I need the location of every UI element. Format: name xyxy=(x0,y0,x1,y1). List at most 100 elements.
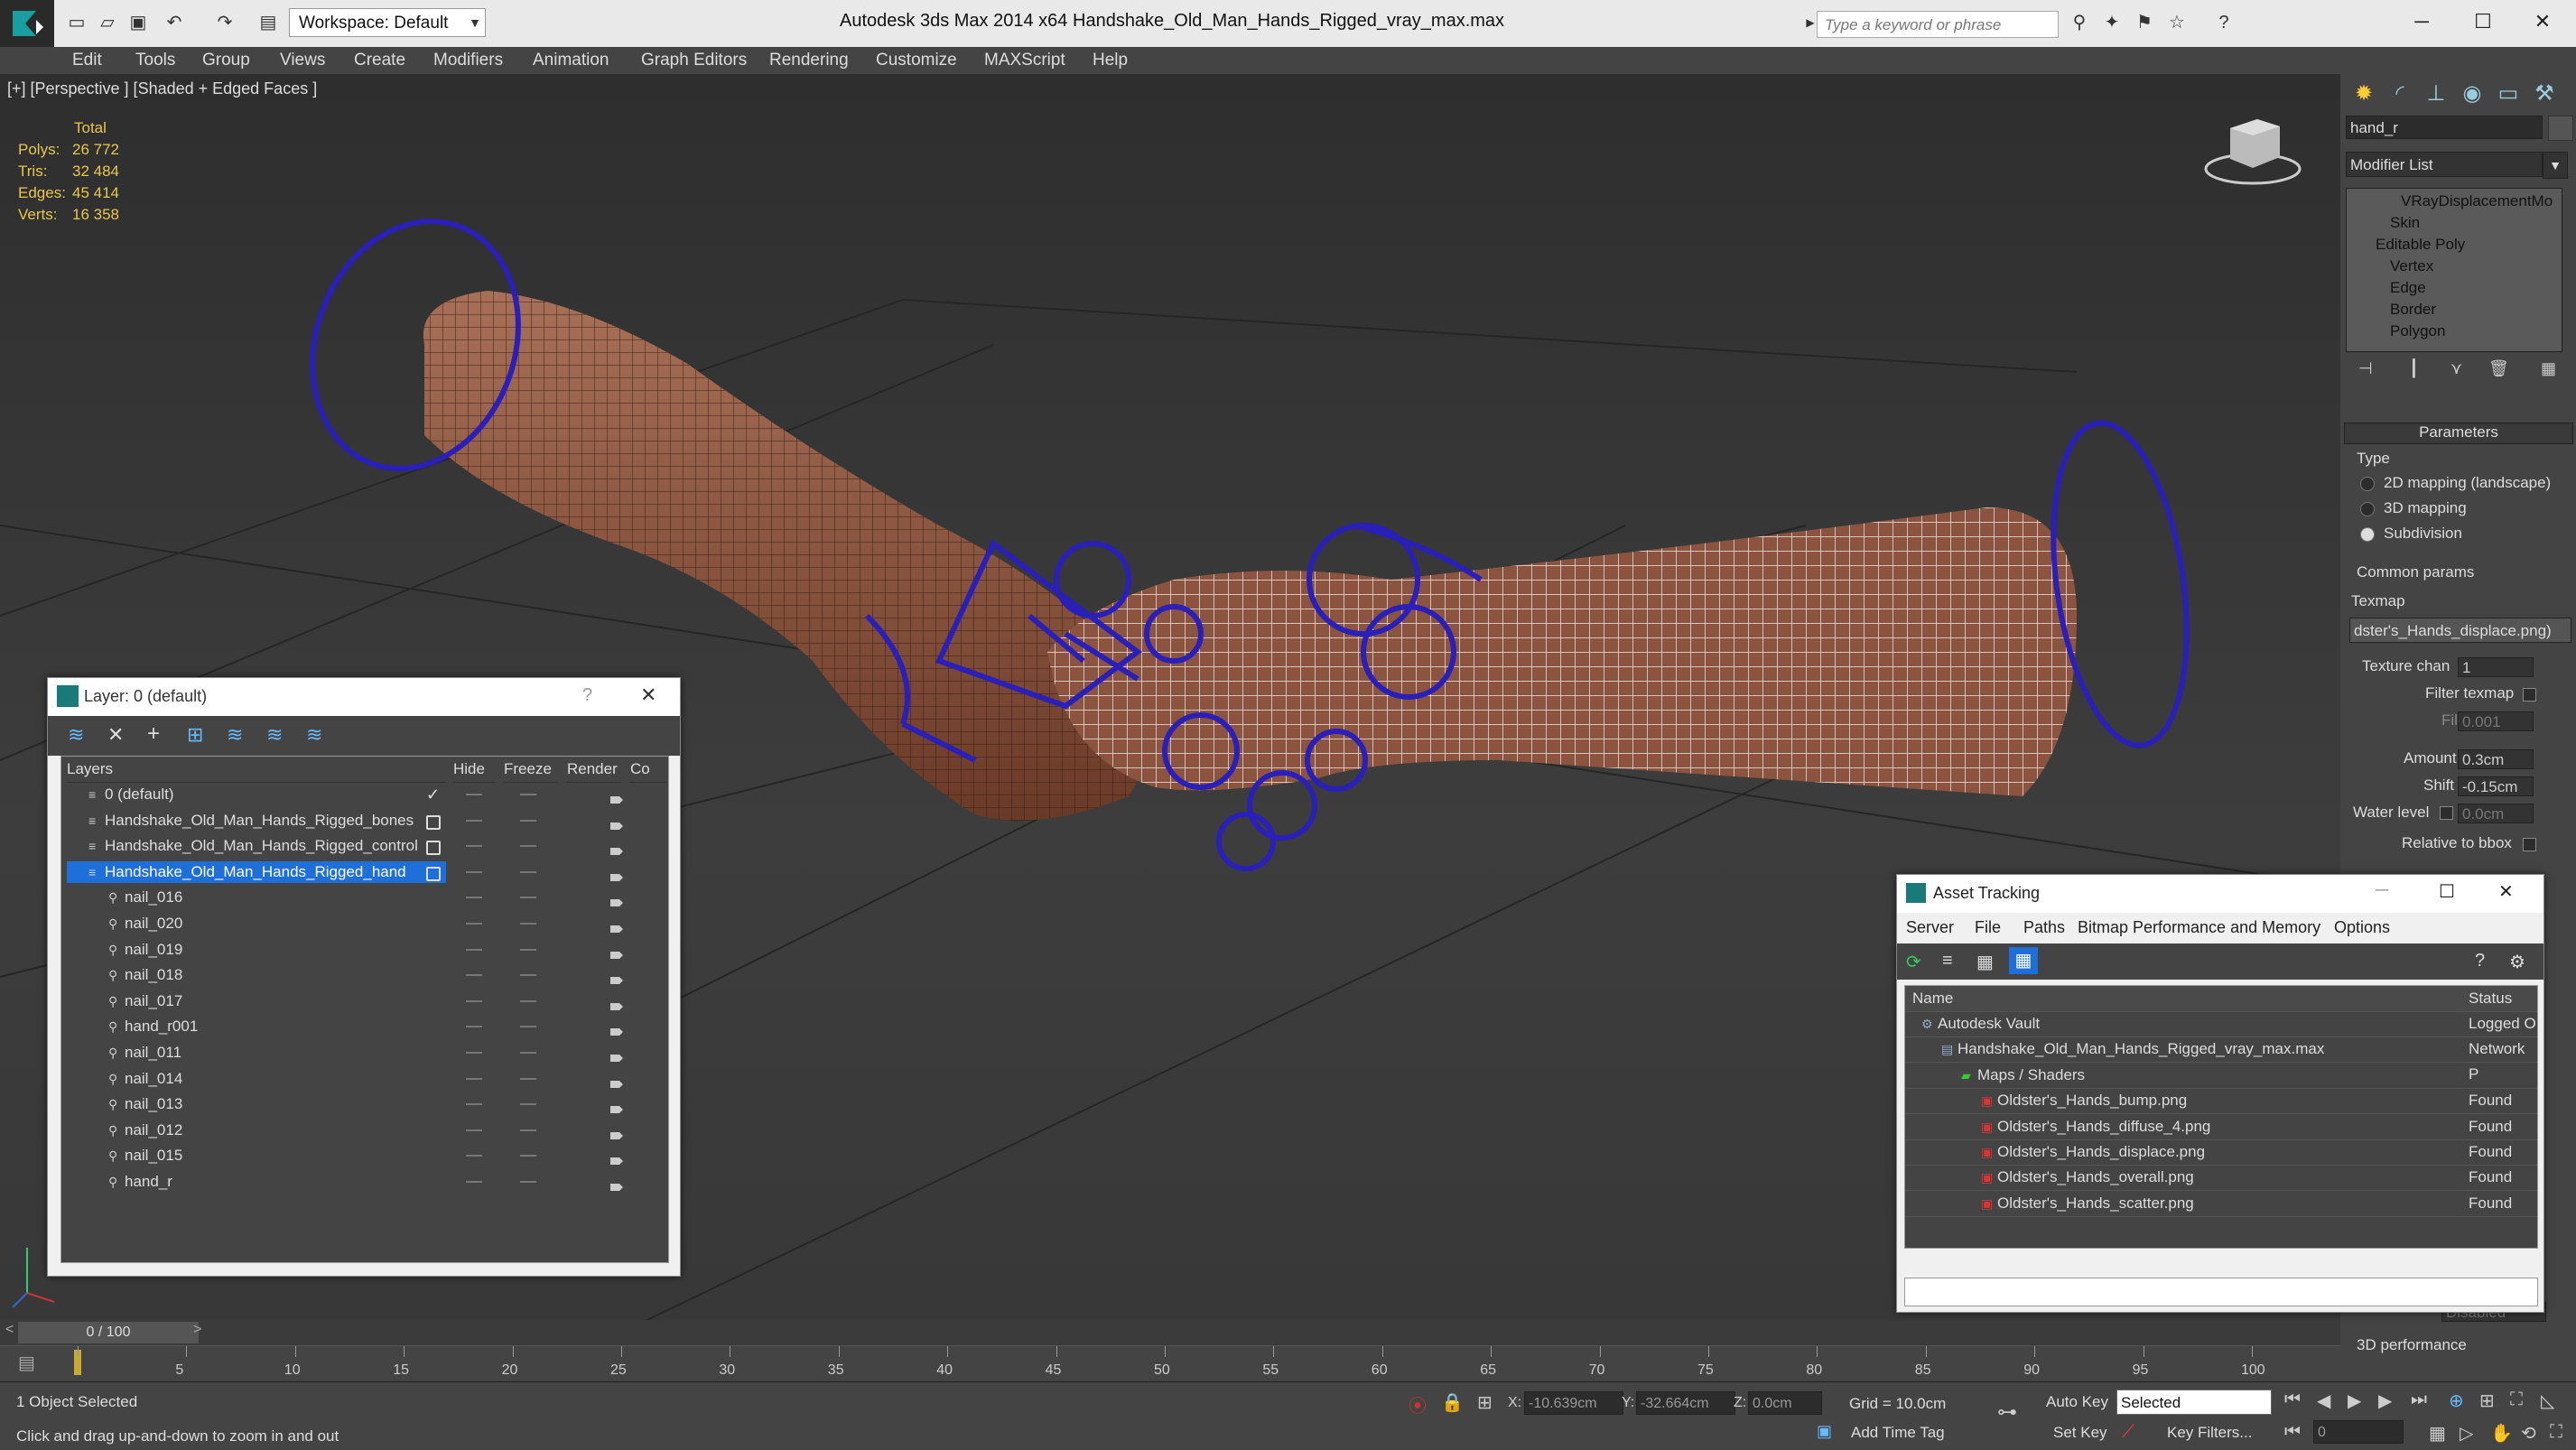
motion-tab-icon[interactable]: ◉ xyxy=(2456,78,2488,110)
hide-toggle[interactable] xyxy=(466,794,482,795)
menu-create[interactable]: Create xyxy=(354,51,405,70)
freeze-toggle[interactable] xyxy=(520,948,536,951)
next-frame-icon[interactable]: ▶ xyxy=(2378,1390,2392,1412)
hide-toggle[interactable] xyxy=(466,923,482,925)
layer-row[interactable]: ⚲ nail_019 xyxy=(61,937,668,962)
layer-row[interactable]: ≡ Handshake_Old_Man_Hands_Rigged_hand xyxy=(61,860,668,885)
hide-toggle[interactable] xyxy=(466,1026,482,1028)
menu-animation[interactable]: Animation xyxy=(533,51,609,70)
asset-menu-paths[interactable]: Paths xyxy=(2023,918,2065,937)
menu-customize[interactable]: Customize xyxy=(876,51,957,70)
layer-row[interactable]: ≡ Handshake_Old_Man_Hands_Rigged_bones xyxy=(61,808,668,833)
relative-bbox-checkbox[interactable] xyxy=(2523,838,2536,851)
hide-toggle[interactable] xyxy=(466,948,482,951)
go-to-start-icon[interactable]: ⏮ xyxy=(2284,1390,2301,1410)
hide-toggle[interactable] xyxy=(466,1155,482,1157)
next-frame-icon[interactable]: > xyxy=(193,1322,201,1338)
asset-menu-options[interactable]: Options xyxy=(2334,918,2390,937)
freeze-toggle[interactable] xyxy=(520,794,536,795)
column-header-color[interactable]: Co xyxy=(630,757,666,783)
track-bar[interactable]: ▤ 5 10 15 20 25 30 35 40 45 50 55 60 65 70 75 80 85 90 95 1… xyxy=(0,1345,2340,1382)
table-view-icon[interactable]: ▦ xyxy=(2009,947,2038,974)
undo-icon[interactable]: ↶ xyxy=(163,11,186,34)
freeze-toggle[interactable] xyxy=(520,999,536,1002)
subscription-icon[interactable]: ✦ xyxy=(2100,11,2124,34)
stack-item-skin[interactable]: Skin xyxy=(2390,212,2420,234)
add-time-tag[interactable]: Add Time Tag xyxy=(1851,1424,1945,1442)
teapot-render-icon[interactable] xyxy=(609,788,625,804)
freeze-toggle[interactable] xyxy=(520,1155,536,1157)
teapot-render-icon[interactable] xyxy=(609,1046,625,1062)
menu-help[interactable]: Help xyxy=(1093,51,1128,70)
menu-graph-editors[interactable]: Graph Editors xyxy=(641,51,747,70)
stack-item-polygon[interactable]: Polygon xyxy=(2390,321,2445,342)
binoculars-icon[interactable]: ⚲ xyxy=(2068,11,2091,34)
pin-stack-icon[interactable]: ⊣ xyxy=(2358,359,2373,378)
layer-window-titlebar[interactable]: Layer: 0 (default) ? ✕ xyxy=(48,678,680,716)
hide-toggle[interactable] xyxy=(466,1181,482,1183)
freeze-toggle[interactable] xyxy=(520,1129,536,1131)
chevron-down-icon[interactable]: ▼ xyxy=(464,8,486,37)
utilities-tab-icon[interactable]: ⚒ xyxy=(2528,78,2561,110)
key-mode-dropdown[interactable]: Selected xyxy=(2116,1390,2272,1415)
project-folder-icon[interactable]: ▤ xyxy=(256,11,280,34)
layer-row[interactable]: ⚲ nail_012 xyxy=(61,1118,668,1143)
freeze-toggle[interactable] xyxy=(520,923,536,925)
texture-chan-field[interactable]: 1 xyxy=(2458,657,2534,677)
maximize-button[interactable]: ☐ xyxy=(2439,880,2455,903)
teapot-render-icon[interactable] xyxy=(609,969,625,985)
workspace-dropdown[interactable]: Workspace: Default xyxy=(289,8,486,37)
close-button[interactable]: ✕ xyxy=(2516,4,2570,40)
time-tag-icon[interactable]: ▣ xyxy=(1817,1422,1832,1441)
asset-row[interactable]: ▣ Oldster's_Hands_scatter.png Found xyxy=(1905,1191,2537,1217)
teapot-render-icon[interactable] xyxy=(609,1176,625,1191)
column-header-name[interactable]: Name xyxy=(1912,986,1953,1011)
teapot-render-icon[interactable] xyxy=(609,1149,625,1166)
favorites-star-icon[interactable]: ☆ xyxy=(2165,11,2189,34)
radio-2d-mapping[interactable] xyxy=(2360,477,2375,491)
asset-row[interactable]: ▣ Oldster's_Hands_overall.png Found xyxy=(1905,1165,2537,1192)
key-filters-button[interactable]: Key Filters... xyxy=(2167,1424,2252,1442)
freeze-toggle[interactable] xyxy=(520,897,536,899)
layer-row[interactable]: ⚲ hand_r xyxy=(61,1169,668,1194)
current-frame-field[interactable]: 0 xyxy=(2313,1420,2404,1444)
communication-icon[interactable]: ⚑ xyxy=(2133,11,2156,34)
hide-toggle[interactable] xyxy=(466,1077,482,1080)
key-mode-toggle-icon[interactable]: ⏮ xyxy=(2284,1422,2301,1443)
stack-item-vertex[interactable]: Vertex xyxy=(2390,256,2433,277)
previous-frame-icon[interactable]: ◀ xyxy=(2317,1390,2330,1412)
layer-row[interactable]: ⚲ nail_018 xyxy=(61,962,668,988)
teapot-render-icon[interactable] xyxy=(609,840,625,856)
orbit-icon[interactable]: ▷ xyxy=(2460,1422,2473,1445)
menu-edit[interactable]: Edit xyxy=(72,51,102,70)
freeze-toggle[interactable] xyxy=(520,974,536,977)
filter-texmap-checkbox[interactable] xyxy=(2523,688,2536,702)
teapot-render-icon[interactable] xyxy=(609,1020,625,1036)
layer-row[interactable]: ⚲ nail_017 xyxy=(61,989,668,1014)
freeze-toggle[interactable] xyxy=(520,1077,536,1080)
layer-row[interactable]: ⚲ nail_011 xyxy=(61,1040,668,1065)
viewcube[interactable] xyxy=(2204,119,2302,185)
asset-settings-icon[interactable]: ⚙ xyxy=(2509,951,2525,973)
auto-key-button[interactable]: Auto Key xyxy=(2046,1393,2108,1411)
freeze-toggle[interactable] xyxy=(520,819,536,822)
asset-row[interactable]: ▣ Oldster's_Hands_bump.png Found xyxy=(1905,1088,2537,1115)
make-current-checkbox[interactable] xyxy=(426,814,441,830)
freeze-all-icon[interactable]: ≋ xyxy=(306,723,322,747)
asset-path-field[interactable] xyxy=(1904,1278,2538,1306)
modifier-list-dropdown[interactable]: Modifier List xyxy=(2346,152,2543,177)
freeze-toggle[interactable] xyxy=(520,870,536,873)
pan-icon[interactable]: ✋ xyxy=(2490,1422,2513,1445)
configure-sets-icon[interactable]: ▦ xyxy=(2541,359,2556,378)
help-button[interactable]: ? xyxy=(582,685,592,706)
teapot-render-icon[interactable] xyxy=(609,1124,625,1139)
current-layer-check-icon[interactable]: ✓ xyxy=(426,782,440,807)
menu-group[interactable]: Group xyxy=(202,51,250,70)
teapot-render-icon[interactable] xyxy=(609,1098,625,1114)
mini-curve-editor-icon[interactable]: ▤ xyxy=(18,1352,35,1374)
thumbnail-view-icon[interactable]: ▦ xyxy=(1976,951,1994,973)
amount-field[interactable]: 0.3cm xyxy=(2458,749,2534,769)
column-header-freeze[interactable]: Freeze xyxy=(504,757,558,783)
radio-subdivision[interactable] xyxy=(2360,527,2375,542)
delete-layer-icon[interactable]: ✕ xyxy=(107,723,124,747)
